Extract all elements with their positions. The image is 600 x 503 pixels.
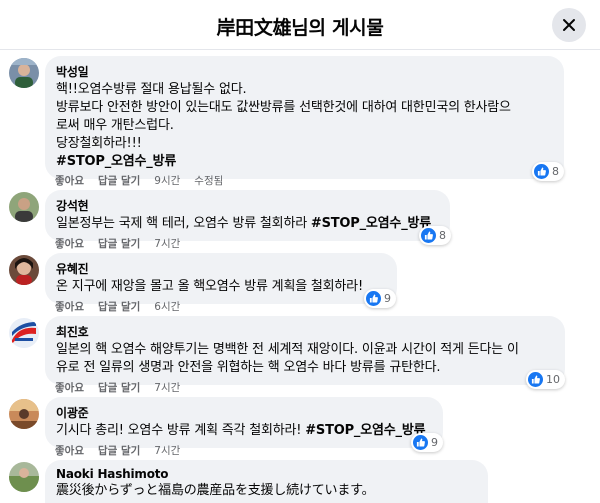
comment-text: 일본의 핵 오염수 해양투기는 명백한 전 세계적 재앙이다. 이윤과 시간이 … (56, 341, 554, 377)
comment-bubble: 박성일 핵!!오염수방류 절대 용납될수 없다. 방류보다 안전한 방안이 있는대… (45, 56, 564, 179)
comment-line: 방류보다 안전한 방안이 있는대도 값싼방류를 선택한것에 대하여 대한민국의 … (56, 100, 511, 115)
comment-author[interactable]: 최진호 (56, 323, 554, 340)
comment-author[interactable]: 박성일 (56, 63, 553, 80)
comment-time[interactable]: 7시간 (154, 236, 180, 251)
comment-actions: 좋아요 답글 달기 7시간 (55, 236, 194, 251)
like-icon (366, 291, 381, 306)
close-button[interactable] (552, 8, 586, 42)
comment-text: 震災後からずっと福島の農産品を支援し続けています。 (56, 482, 477, 500)
comment-line: 로써 매우 개탄스럽다. (56, 118, 174, 133)
comment-line: 震災後からずっと福島の農産品を支援し続けています。 (56, 483, 375, 498)
reaction-number: 9 (384, 292, 391, 305)
reaction-number: 8 (439, 229, 446, 242)
avatar[interactable] (9, 255, 39, 285)
comment-line: 일본의 핵 오염수 해양투기는 명백한 전 세계적 재앙이다. 이윤과 시간이 … (56, 342, 519, 357)
comment-line: 기시다 총리! 오염수 방류 계획 즉각 철회하라! (56, 423, 306, 438)
reply-button[interactable]: 답글 달기 (98, 443, 140, 458)
reaction-number: 9 (431, 436, 438, 449)
comment-bubble: 이광준 기시다 총리! 오염수 방류 계획 즉각 철회하라! #STOP_오염수… (45, 397, 443, 448)
comment-line: 유로 전 일류의 생명과 안전을 위협하는 핵 오염수 바다 방류를 규탄한다. (56, 360, 441, 375)
post-header: 岸田文雄님의 게시물 (0, 0, 600, 50)
comment-time[interactable]: 7시간 (154, 443, 180, 458)
comment-text: 일본정부는 국제 핵 테러, 오염수 방류 철회하라 #STOP_오염수_방류 (56, 215, 439, 233)
comment-text: 핵!!오염수방류 절대 용납될수 없다. 방류보다 안전한 방안이 있는대도 값싼… (56, 81, 553, 171)
comment-actions: 좋아요 답글 달기 6시간 (55, 299, 194, 314)
comment-author[interactable]: 이광준 (56, 404, 432, 421)
comment-actions: 좋아요 답글 달기 9시간 수정됨 (55, 173, 237, 188)
comment-time[interactable]: 9시간 (154, 173, 180, 188)
reaction-count[interactable]: 9 (364, 289, 396, 308)
hashtag-link[interactable]: #STOP_오염수_방류 (56, 154, 176, 169)
comment-actions: 좋아요 답글 달기 7시간 (55, 380, 194, 395)
reply-button[interactable]: 답글 달기 (98, 173, 140, 188)
comment-bubble: 유혜진 온 지구에 재앙을 몰고 올 핵오염수 방류 계획을 철회하라! (45, 253, 397, 304)
avatar[interactable] (9, 192, 39, 222)
reaction-count[interactable]: 8 (532, 162, 564, 181)
like-button[interactable]: 좋아요 (55, 236, 84, 251)
reaction-count[interactable]: 10 (526, 370, 565, 389)
avatar[interactable] (9, 399, 39, 429)
close-icon (563, 19, 575, 31)
comment-bubble: 강석현 일본정부는 국제 핵 테러, 오염수 방류 철회하라 #STOP_오염수… (45, 190, 450, 241)
like-icon (413, 435, 428, 450)
reaction-number: 8 (552, 165, 559, 178)
reaction-count[interactable]: 8 (419, 226, 451, 245)
like-button[interactable]: 좋아요 (55, 299, 84, 314)
comment-author[interactable]: Naoki Hashimoto (56, 467, 477, 481)
like-button[interactable]: 좋아요 (55, 173, 84, 188)
like-button[interactable]: 좋아요 (55, 443, 84, 458)
comment-line: 당장철회하라!!! (56, 136, 142, 151)
comment-line: 핵!!오염수방류 절대 용납될수 없다. (56, 82, 247, 97)
comment-author[interactable]: 유혜진 (56, 260, 386, 277)
comment-time[interactable]: 6시간 (154, 299, 180, 314)
reaction-number: 10 (546, 373, 560, 386)
avatar[interactable] (9, 462, 39, 492)
reply-button[interactable]: 답글 달기 (98, 380, 140, 395)
comment-bubble: 최진호 일본의 핵 오염수 해양투기는 명백한 전 세계적 재앙이다. 이윤과 … (45, 316, 565, 385)
comment-text: 온 지구에 재앙을 몰고 올 핵오염수 방류 계획을 철회하라! (56, 278, 386, 296)
like-icon (534, 164, 549, 179)
hashtag-link[interactable]: #STOP_오염수_방류 (311, 216, 431, 231)
comment-line: 온 지구에 재앙을 몰고 올 핵오염수 방류 계획을 철회하라! (56, 279, 363, 294)
comment-author[interactable]: 강석현 (56, 197, 439, 214)
comment-time[interactable]: 7시간 (154, 380, 180, 395)
avatar[interactable] (9, 58, 39, 88)
comment-line: 일본정부는 국제 핵 테러, 오염수 방류 철회하라 (56, 216, 311, 231)
like-icon (528, 372, 543, 387)
reply-button[interactable]: 답글 달기 (98, 236, 140, 251)
reaction-count[interactable]: 9 (411, 433, 443, 452)
avatar[interactable] (9, 318, 39, 348)
comment-text: 기시다 총리! 오염수 방류 계획 즉각 철회하라! #STOP_오염수_방류 (56, 422, 432, 440)
edited-label: 수정됨 (194, 175, 224, 187)
reply-button[interactable]: 답글 달기 (98, 299, 140, 314)
hashtag-link[interactable]: #STOP_오염수_방류 (305, 423, 425, 438)
like-button[interactable]: 좋아요 (55, 380, 84, 395)
comment-bubble: Naoki Hashimoto 震災後からずっと福島の農産品を支援し続けています… (45, 460, 488, 503)
comment-actions: 좋아요 답글 달기 7시간 (55, 443, 194, 458)
post-title: 岸田文雄님의 게시물 (216, 17, 384, 39)
like-icon (421, 228, 436, 243)
